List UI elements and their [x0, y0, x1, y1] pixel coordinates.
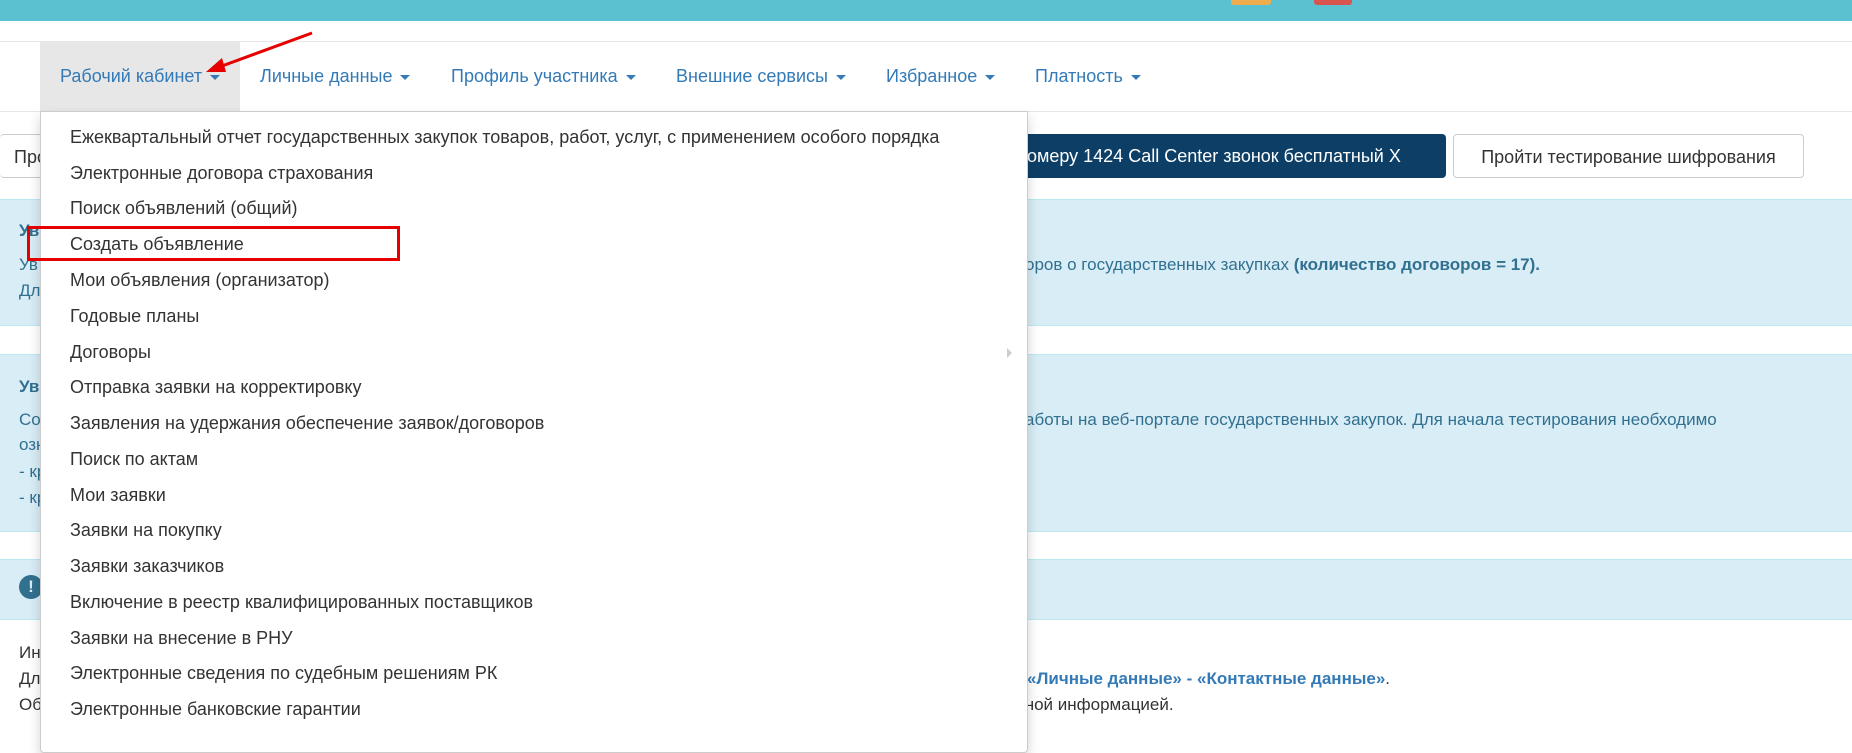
panel-text: оров о государственных закупках: [1025, 255, 1289, 274]
caret-down-icon: [625, 74, 636, 80]
menu-item-search-acts[interactable]: Поиск по актам: [70, 448, 198, 470]
menu-item-my-applications[interactable]: Мои заявки: [70, 484, 166, 506]
personal-data-link[interactable]: «Личные данные»: [1027, 669, 1182, 688]
nav-item-label: Платность: [1035, 66, 1123, 86]
menu-item-contracts[interactable]: Договоры: [70, 341, 151, 363]
caret-down-icon: [835, 74, 846, 80]
link-separator: -: [1181, 669, 1197, 688]
menu-item-rnu-requests[interactable]: Заявки на внесение в РНУ: [70, 627, 293, 649]
panel-text-right: оров о государственных закупках (количес…: [1025, 255, 1540, 275]
caret-down-icon: [985, 74, 996, 80]
workspace-dropdown-menu: Ежеквартальный отчет государственных зак…: [27, 111, 1028, 753]
caret-down-icon: [400, 74, 411, 80]
menu-item-court-decisions[interactable]: Электронные сведения по судебным решения…: [70, 662, 497, 684]
menu-item-quarterly-report[interactable]: Ежеквартальный отчет государственных зак…: [70, 126, 939, 148]
info-text-right: упной информацией.: [1007, 695, 1174, 714]
highlight-annotation-box: [27, 226, 400, 261]
caret-down-icon: [1130, 74, 1141, 80]
panel-title: Ув: [19, 377, 40, 396]
menu-item-insurance-contracts[interactable]: Электронные договора страхования: [70, 162, 373, 184]
call-center-button[interactable]: номеру 1424 Call Center звонок бесплатны…: [1005, 134, 1446, 178]
info-text-left: Ин: [19, 643, 41, 662]
menu-item-security-retention[interactable]: Заявления на удержания обеспечение заяво…: [70, 412, 544, 434]
test-encryption-button[interactable]: Пройти тестирование шифрования: [1453, 134, 1804, 178]
nav-item-favorites[interactable]: Избранное: [886, 42, 996, 111]
nav-item-paid-services[interactable]: Платность: [1035, 42, 1141, 111]
sentence-end: .: [1385, 669, 1391, 688]
menu-item-qualified-suppliers[interactable]: Включение в реестр квалифицированных пос…: [70, 591, 533, 613]
menu-item-purchase-requests[interactable]: Заявки на покупку: [70, 519, 222, 541]
nav-item-label: Избранное: [886, 66, 978, 86]
nav-item-external-services[interactable]: Внешние сервисы: [676, 42, 846, 111]
info-text-right: «Личные данные» - «Контактные данные».: [1027, 669, 1390, 689]
menu-item-search-announcements[interactable]: Поиск объявлений (общий): [70, 197, 298, 219]
notification-badge-orange[interactable]: [1231, 0, 1271, 5]
menu-item-bank-guarantees[interactable]: Электронные банковские гарантии: [70, 698, 361, 720]
nav-item-label: Профиль участника: [451, 66, 618, 86]
nav-item-label: Внешние сервисы: [676, 66, 828, 86]
notification-badge-red[interactable]: [1314, 0, 1352, 5]
nav-item-participant-profile[interactable]: Профиль участника: [451, 42, 636, 111]
red-arrow-annotation: [206, 31, 313, 72]
panel-text-right: аботы на веб-портале государственных зак…: [1025, 410, 1717, 429]
menu-item-annual-plans[interactable]: Годовые планы: [70, 305, 199, 327]
panel-text-left: Дл: [19, 281, 41, 300]
info-text-left: Дл: [19, 669, 41, 688]
panel-text-left: Со: [19, 410, 41, 429]
menu-item-my-announcements[interactable]: Мои объявления (организатор): [70, 269, 330, 291]
contracts-count: (количество договоров = 17).: [1293, 255, 1541, 274]
submenu-arrow-icon: [1007, 348, 1012, 358]
info-text-left: Об: [19, 695, 42, 714]
menu-item-customer-requests[interactable]: Заявки заказчиков: [70, 555, 224, 577]
menu-item-correction-request[interactable]: Отправка заявки на корректировку: [70, 376, 361, 398]
contact-data-link[interactable]: «Контактные данные»: [1197, 669, 1385, 688]
